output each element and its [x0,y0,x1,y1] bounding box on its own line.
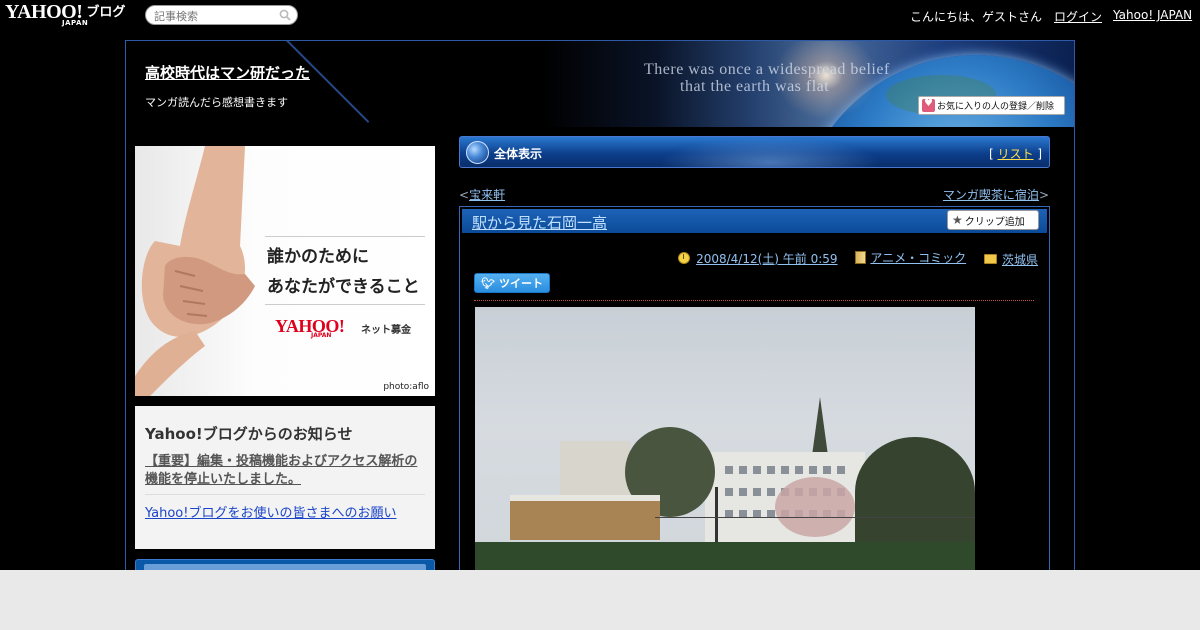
ad-yahoo-logo-sub: JAPAN [311,332,332,339]
photo-tree [855,437,975,547]
prev-arrow: < [459,188,470,202]
ad-service-name: ネット募金 [361,325,411,336]
blog-description: マンガ読んだら感想書きます [145,96,288,109]
ad-headline-line1: 誰かのために [267,247,369,267]
photo-power-line [655,517,975,518]
yahoo-japan-link[interactable]: Yahoo! JAPAN [1113,8,1192,22]
star-icon: ★ [952,213,963,227]
tagline-line1: There was once a widespread belief [644,61,890,78]
photo-window-row [725,466,845,474]
ad-yahoo-logo: YAHOO! [275,316,345,336]
twitter-bird-icon: 🐦︎ [481,276,495,290]
clip-add-label: クリップ追加 [964,216,1025,228]
next-arrow: > [1038,188,1049,202]
notice-box: Yahoo!ブログからのお知らせ 【重要】編集・投稿機能およびアクセス解析の機能… [135,406,435,549]
prev-article-nav: <宝来軒 [459,186,505,203]
notice-title: Yahoo!ブログからのお知らせ [145,425,353,443]
page-stage: YAHOO! JAPAN ブログ こんにちは、ゲストさん ログイン Yahoo!… [0,0,1200,570]
ad-divider-bottom [265,304,425,305]
header-banner: There was once a widespread belief that … [126,41,1074,127]
photo-cherry-tree [775,477,855,537]
bracket-open: [ [988,147,994,161]
favorite-register-button[interactable]: お気に入りの人の登録／削除 [918,96,1065,115]
bracket-close: ] [1037,147,1042,161]
yahoo-blog-logo[interactable]: YAHOO! JAPAN ブログ [5,2,125,28]
greeting-text: こんにちは、ゲストさん [910,10,1043,24]
article-header: 駅から見た石岡一高 ★ クリップ追加 [462,209,1047,233]
clasped-hands-image [135,146,255,396]
clip-add-button[interactable]: ★ クリップ追加 [947,210,1039,230]
notice-link-important[interactable]: 【重要】編集・投稿機能およびアクセス解析の機能を停止いたしました。 [145,453,425,495]
article-photo[interactable] [475,307,975,570]
list-toggle: [ リスト ] [989,145,1042,162]
donation-ad[interactable]: 誰かのために あなたができること YAHOO! JAPAN ネット募金 phot… [135,146,435,396]
meta-date: 2008/4/12(土) 午前 0:59 [678,250,838,267]
bottom-strip [0,570,1200,630]
tweet-button[interactable]: 🐦︎ ツイート [474,273,550,293]
view-mode-bar: 全体表示 [ リスト ] [459,136,1050,168]
view-all-label: 全体表示 [494,147,543,161]
ad-headline-line2: あなたができること [267,277,420,297]
blog-title[interactable]: 高校時代はマン研だった [145,62,310,83]
article-date-link[interactable]: 2008/4/12(土) 午前 0:59 [696,250,837,267]
article-meta: 2008/4/12(土) 午前 0:59 アニメ・コミック 茨城県 [460,249,1038,268]
tagline-line2: that the earth was flat [680,78,830,95]
list-view-link[interactable]: リスト [997,147,1033,161]
top-bar: YAHOO! JAPAN ブログ こんにちは、ゲストさん ログイン Yahoo!… [0,0,1200,30]
sidebar-widget [135,559,435,570]
globe-icon [466,141,489,164]
logo-blog-text: ブログ [86,5,126,20]
tweet-label: ツイート [498,277,543,290]
login-link[interactable]: ログイン [1054,8,1102,25]
notice-link-request[interactable]: Yahoo!ブログをお使いの皆さまへのお願い [145,502,425,521]
photo-station-building [510,495,660,540]
ad-photo-credit: photo:aflo [383,382,429,392]
article: 駅から見た石岡一高 ★ クリップ追加 2008/4/12(土) 午前 0:59 … [459,206,1050,570]
prev-article-link[interactable]: 宝来軒 [469,188,505,202]
view-bar-glow [660,137,880,167]
search-input[interactable] [154,9,274,23]
photo-hedge [475,542,975,570]
logo-japan-text: JAPAN [62,19,89,27]
heart-icon [922,98,935,112]
meta-category: アニメ・コミック [855,249,966,266]
meta-folder: 茨城県 [983,251,1038,268]
article-folder-link[interactable]: 茨城県 [1002,251,1038,268]
ad-divider-top [265,236,425,237]
article-divider [474,300,1034,301]
search-icon[interactable] [279,9,291,21]
blog-frame: There was once a widespread belief that … [125,40,1075,570]
book-icon [855,251,867,264]
article-title[interactable]: 駅から見た石岡一高 [472,212,607,233]
search-box [145,5,298,25]
folder-icon [983,254,997,264]
next-article-nav: マンガ喫茶に宿泊> [943,186,1049,203]
clock-icon [678,252,691,264]
article-category-link[interactable]: アニメ・コミック [870,249,966,266]
next-article-link[interactable]: マンガ喫茶に宿泊 [943,188,1039,202]
favorite-register-label: お気に入りの人の登録／削除 [937,102,1055,112]
banner-tagline: There was once a widespread belief that … [644,61,890,95]
